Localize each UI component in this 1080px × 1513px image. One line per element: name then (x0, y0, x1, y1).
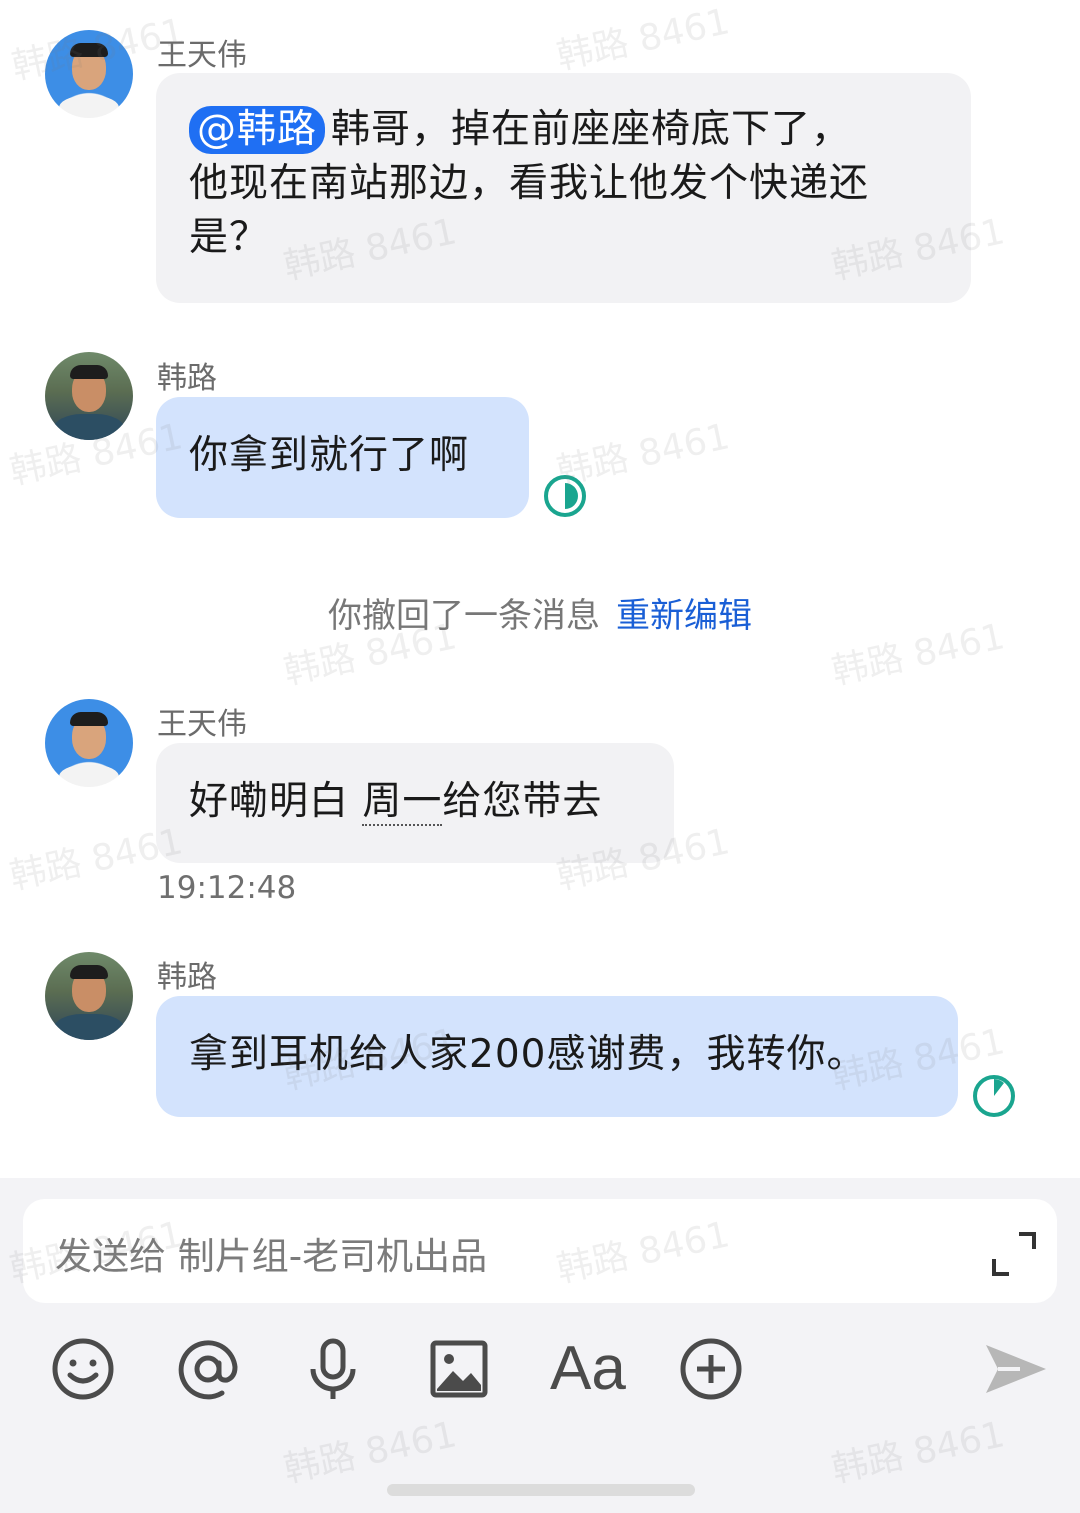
avatar-han-lu[interactable] (45, 352, 133, 440)
text-format-button[interactable]: Aa (550, 1333, 626, 1405)
avatar-wang-tianwei[interactable] (45, 699, 133, 787)
chat-area[interactable]: 王天伟 @韩路 韩哥，掉在前座座椅底下了， 他现在南站那边，看我让他发个快递还 是… (0, 0, 1080, 1178)
text-format-label: Aa (550, 1334, 626, 1403)
message-text-line2: 他现在南站那边，看我让他发个快递还 (189, 161, 870, 206)
composer-panel: 发送给 制片组-老司机出品 Aa 韩路 8461 韩路 8461 (0, 1178, 1080, 1513)
sender-name: 韩路 (157, 960, 217, 995)
message-bubble[interactable]: 好嘞明白 周一给您带去 (156, 743, 674, 863)
avatar-shirt (53, 414, 125, 440)
avatar-han-lu[interactable] (45, 952, 133, 1040)
re-edit-link[interactable]: 重新编辑 (616, 596, 752, 636)
read-status-icon (973, 1075, 1015, 1117)
avatar-shirt (53, 1014, 125, 1040)
image-icon (430, 1340, 488, 1398)
avatar-hair (70, 965, 108, 979)
watermark: 韩路 8461 (553, 1, 734, 78)
message-bubble[interactable]: 你拿到就行了啊 (156, 397, 529, 518)
at-sign-icon (178, 1340, 238, 1400)
message-text: 好嘞明白 (189, 779, 363, 824)
message-text-line1: 韩哥，掉在前座座椅底下了， (331, 107, 852, 152)
sender-name: 韩路 (157, 361, 217, 396)
avatar-wang-tianwei[interactable] (45, 30, 133, 118)
plus-circle-icon (680, 1338, 742, 1400)
emoji-button[interactable] (47, 1333, 119, 1405)
message-bubble[interactable]: 拿到耳机给人家200感谢费，我转你。 (156, 996, 958, 1117)
recall-text: 你撤回了一条消息 (328, 596, 600, 636)
image-button[interactable] (423, 1333, 495, 1405)
avatar-shirt (59, 765, 119, 787)
send-icon (986, 1345, 1046, 1393)
message-timestamp: 19:12:48 (157, 870, 297, 906)
emoji-icon (52, 1338, 114, 1400)
message-text: 拿到耳机给人家200感谢费，我转你。 (189, 1032, 867, 1077)
avatar-hair (70, 365, 108, 379)
voice-button[interactable] (297, 1333, 369, 1405)
read-status-icon (544, 475, 586, 517)
message-text: 你拿到就行了啊 (189, 433, 470, 478)
avatar-hair (70, 712, 108, 726)
composer-toolbar: Aa (0, 1333, 1080, 1413)
sender-name: 王天伟 (157, 707, 247, 742)
date-link-underlined[interactable]: 周一 (362, 779, 443, 826)
expand-icon[interactable] (989, 1229, 1039, 1279)
sender-name: 王天伟 (157, 38, 247, 73)
mention-button[interactable] (172, 1333, 244, 1405)
message-text-tail: 给您带去 (442, 779, 603, 824)
watermark: 韩路 8461 (280, 1414, 461, 1491)
message-bubble[interactable]: @韩路 韩哥，掉在前座座椅底下了， 他现在南站那边，看我让他发个快递还 是？ (156, 73, 971, 303)
message-text-line3: 是？ (189, 215, 270, 260)
microphone-icon (310, 1338, 356, 1399)
input-placeholder: 发送给 制片组-老司机出品 (55, 1235, 488, 1278)
more-button[interactable] (675, 1333, 747, 1405)
mention-tag[interactable]: @韩路 (189, 106, 326, 154)
recall-notice: 你撤回了一条消息 重新编辑 (0, 588, 1080, 637)
send-button[interactable] (980, 1333, 1052, 1405)
message-input[interactable]: 发送给 制片组-老司机出品 (23, 1199, 1057, 1303)
home-indicator[interactable] (387, 1484, 695, 1496)
avatar-hair (70, 43, 108, 57)
watermark: 韩路 8461 (828, 1414, 1009, 1491)
avatar-shirt (59, 96, 119, 118)
